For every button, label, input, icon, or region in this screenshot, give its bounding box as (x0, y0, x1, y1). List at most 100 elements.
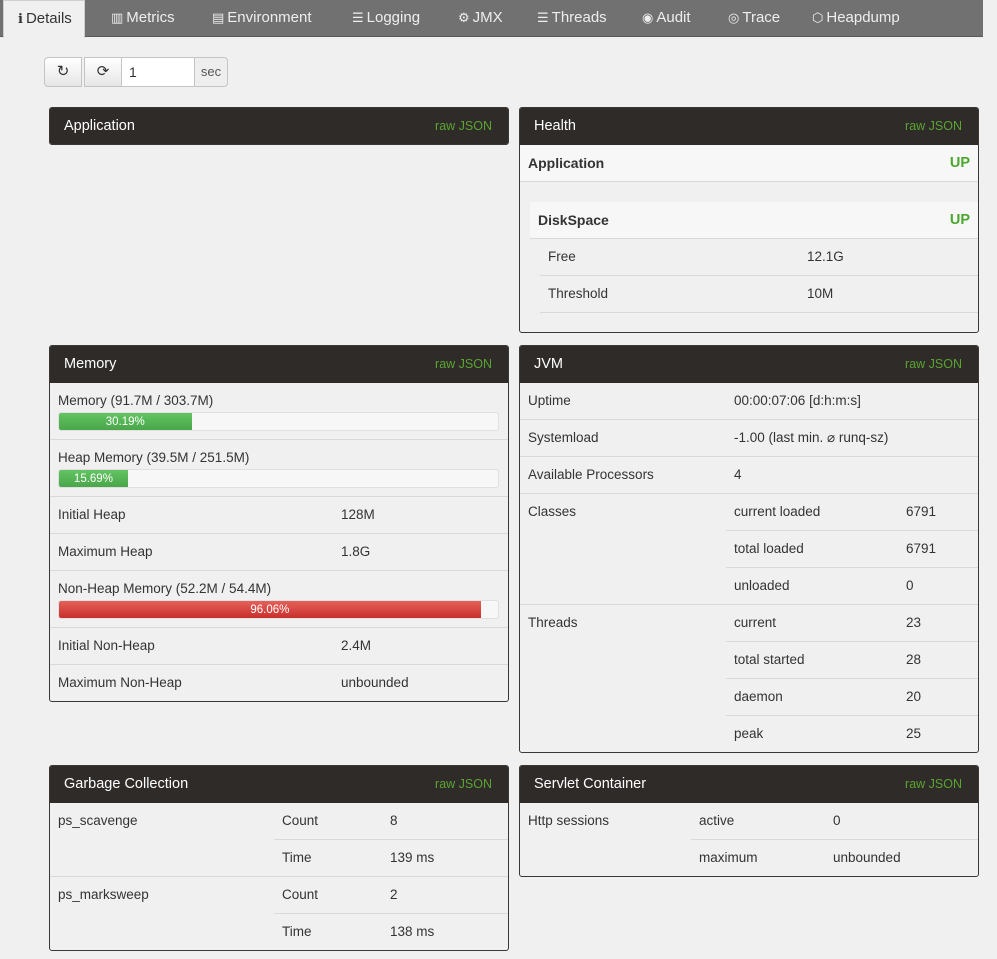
detail-value: 4 (734, 467, 742, 482)
tab-details[interactable]: i Details (3, 0, 85, 38)
sub-label: daemon (734, 689, 783, 704)
detail-value: 2.4M (341, 638, 372, 653)
sub-label: Count (282, 813, 319, 828)
sub-label: current (734, 615, 777, 630)
tab-label: JMX (472, 9, 503, 26)
panel-title: Servlet Container (534, 776, 647, 792)
memory-panel: Memory raw JSON Memory (91.7M / 303.7M) … (49, 345, 509, 702)
tab-metrics[interactable]: ▥ Metrics (111, 0, 175, 37)
tab-trace[interactable]: ◎ Trace (728, 0, 780, 37)
tab-environment[interactable]: ▤ Environment (212, 0, 312, 37)
tab-audit[interactable]: ◉ Audit (642, 0, 691, 37)
tab-logging[interactable]: ☰ Logging (352, 0, 420, 37)
tab-threads[interactable]: ☰ Threads (537, 0, 607, 37)
raw-json-link[interactable]: raw JSON (905, 766, 962, 803)
max-nonheap-row: Maximum Non-Heap unbounded (50, 665, 508, 701)
refresh-interval-input[interactable] (121, 57, 195, 87)
detail-value: 1.8G (341, 544, 371, 559)
interval-unit-label: sec (194, 57, 228, 87)
sub-value: 2 (390, 887, 398, 902)
systemload-row: Systemload -1.00 (last min. ⌀ runq-sz) (520, 420, 978, 457)
nonheap-progress-fill: 96.06% (59, 601, 481, 618)
panel-title: JVM (534, 356, 563, 372)
tab-label: Metrics (126, 9, 175, 26)
sub-value: 28 (906, 652, 922, 667)
memory-progress-fill: 30.19% (59, 413, 192, 430)
health-panel-header: Health raw JSON (520, 108, 978, 145)
sub-value: 6791 (906, 541, 937, 556)
gc-collector-row: ps_scavenge Count 8 Time 139 ms (50, 803, 508, 877)
memory-panel-header: Memory raw JSON (50, 346, 508, 383)
memory-usage-block: Memory (91.7M / 303.7M) 30.19% (50, 383, 508, 440)
nonheap-usage-block: Non-Heap Memory (52.2M / 54.4M) 96.06% (50, 571, 508, 628)
raw-json-link[interactable]: raw JSON (905, 108, 962, 145)
health-application-row: Application UP (520, 145, 978, 182)
raw-json-link[interactable]: raw JSON (435, 346, 492, 383)
raw-json-link[interactable]: raw JSON (905, 346, 962, 383)
memory-progress-bar: 30.19% (58, 412, 499, 431)
panel-title: Memory (64, 356, 117, 372)
tab-label: Heapdump (826, 9, 900, 26)
memory-usage-label: Memory (91.7M / 303.7M) (58, 393, 214, 408)
tab-heapdump[interactable]: ⬡ Heapdump (812, 0, 900, 37)
tab-label: Environment (227, 9, 312, 26)
tab-bar: i Details ▥ Metrics ▤ Environment ☰ Logging … (0, 0, 983, 38)
sub-label: maximum (699, 850, 758, 865)
sub-label: active (699, 813, 735, 828)
gc-collector-row: ps_marksweep Count 2 Time 138 ms (50, 877, 508, 950)
health-diskspace-label: DiskSpace (538, 212, 609, 228)
sub-value: 20 (906, 689, 922, 704)
raw-json-link[interactable]: raw JSON (435, 108, 492, 144)
detail-value: unbounded (341, 675, 409, 690)
sub-value: 25 (906, 726, 922, 741)
sub-label: Count (282, 887, 319, 902)
detail-value: 10M (807, 286, 834, 301)
health-application-label: Application (528, 155, 605, 171)
sub-label: total started (734, 652, 805, 667)
detail-label: Threshold (548, 286, 609, 301)
detail-label: Initial Heap (58, 507, 126, 522)
sub-label: current loaded (734, 504, 821, 519)
http-sessions-group: Http sessions active 0 maximum unbounded (520, 803, 978, 876)
user-circle-icon: ◉ (642, 10, 654, 25)
heap-progress-fill: 15.69% (59, 470, 128, 487)
auto-refresh-icon: ⟳ (96, 63, 110, 80)
eye-icon: ◎ (728, 10, 740, 25)
threads-group: Threads current 23 total started 28 daem… (520, 605, 978, 752)
nonheap-usage-label: Non-Heap Memory (52.2M / 54.4M) (58, 581, 272, 596)
collector-name: ps_marksweep (58, 887, 149, 902)
refresh-icon: ↻ (56, 63, 70, 80)
sub-label: peak (734, 726, 764, 741)
tab-jmx[interactable]: ⚙ JMX (458, 0, 503, 37)
nonheap-progress-bar: 96.06% (58, 600, 499, 619)
detail-value: 12.1G (807, 249, 844, 264)
raw-json-link[interactable]: raw JSON (435, 766, 492, 803)
detail-label: Maximum Non-Heap (58, 675, 182, 690)
detail-value: 00:00:07:06 [d:h:m:s] (734, 393, 861, 408)
application-panel-header: Application raw JSON (50, 108, 508, 144)
health-free-row: Free 12.1G (540, 239, 978, 276)
detail-label: Available Processors (528, 467, 654, 482)
detail-label: Free (548, 249, 576, 264)
list-lines-icon: ☰ (537, 10, 549, 25)
initial-heap-row: Initial Heap 128M (50, 497, 508, 534)
status-badge: UP (949, 212, 970, 228)
refresh-button[interactable]: ↻ (44, 57, 82, 87)
list-icon: ▤ (212, 10, 225, 25)
group-label: Threads (528, 615, 578, 630)
health-threshold-row: Threshold 10M (540, 276, 978, 313)
sub-label: unloaded (734, 578, 790, 593)
group-label: Http sessions (528, 813, 610, 828)
auto-refresh-button[interactable]: ⟳ (84, 57, 122, 87)
sliders-icon: ☰ (352, 10, 364, 25)
health-panel: Health raw JSON Application UP DiskSpace… (519, 107, 979, 333)
sub-label: Time (282, 850, 312, 865)
sub-value: 139 ms (390, 850, 435, 865)
bar-chart-icon: ▥ (111, 10, 124, 25)
detail-label: Uptime (528, 393, 571, 408)
servlet-panel-header: Servlet Container raw JSON (520, 766, 978, 803)
sub-label: total loaded (734, 541, 804, 556)
processors-row: Available Processors 4 (520, 457, 978, 494)
group-label: Classes (528, 504, 577, 519)
info-icon: i (18, 12, 23, 27)
